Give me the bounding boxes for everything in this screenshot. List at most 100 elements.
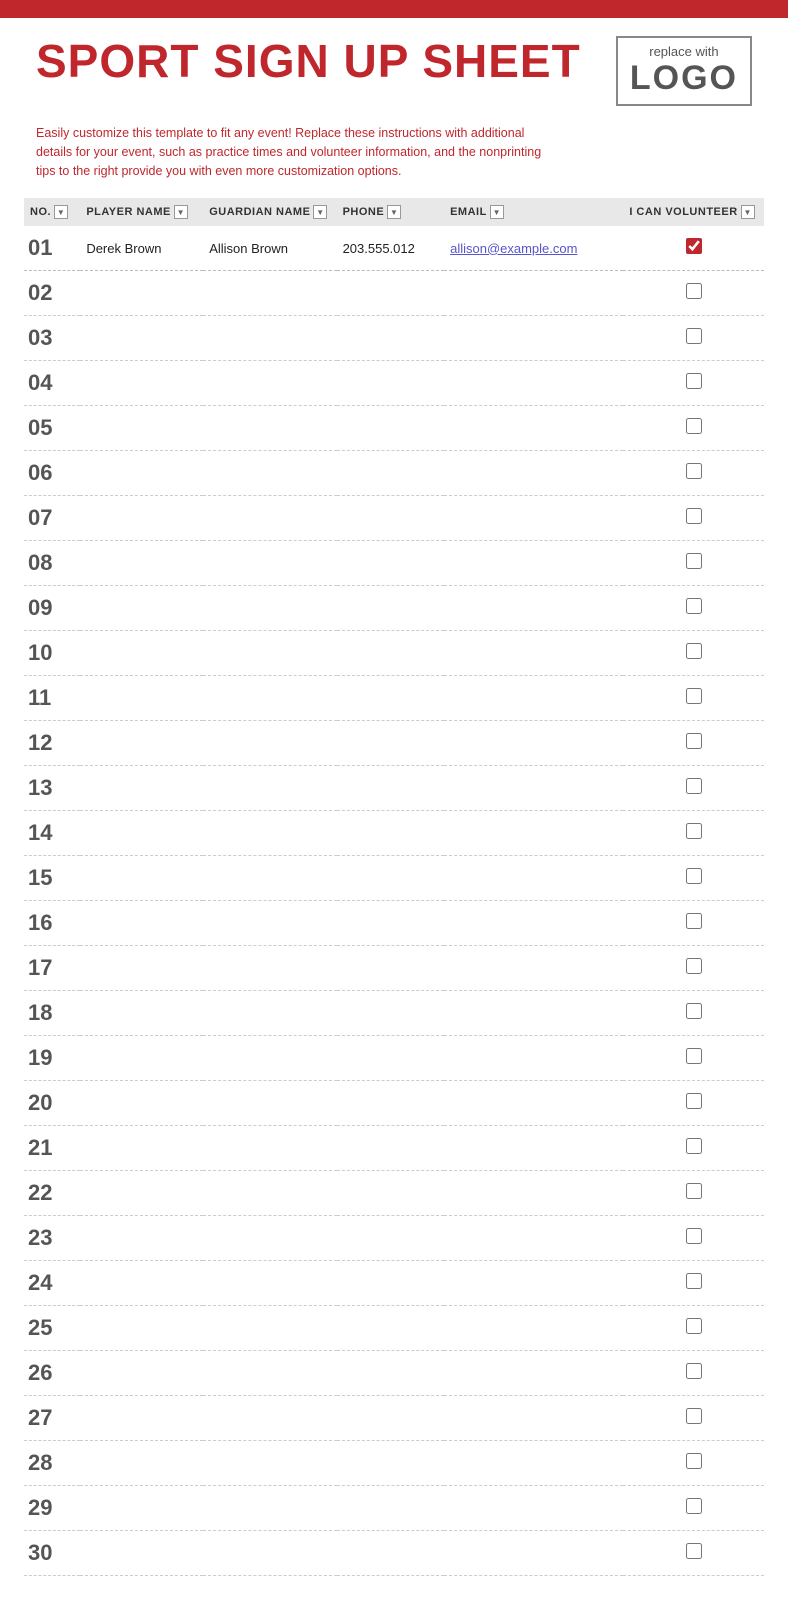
- volunteer-checkbox[interactable]: [686, 1093, 702, 1109]
- dropdown-arrow-email[interactable]: ▼: [490, 205, 504, 219]
- row-number: 21: [24, 1126, 80, 1171]
- player-name: [80, 901, 203, 946]
- volunteer-checkbox[interactable]: [686, 418, 702, 434]
- col-header-email: EMAIL ▼: [444, 198, 623, 226]
- dropdown-arrow-guardian[interactable]: ▼: [313, 205, 327, 219]
- volunteer-checkbox[interactable]: [686, 463, 702, 479]
- row-number: 19: [24, 1036, 80, 1081]
- table-row: 27: [24, 1396, 764, 1441]
- volunteer-checkbox-cell: [623, 721, 764, 766]
- email: [444, 541, 623, 586]
- dropdown-arrow-volunteer[interactable]: ▼: [741, 205, 755, 219]
- phone: 203.555.012: [337, 226, 445, 271]
- dropdown-arrow-no[interactable]: ▼: [54, 205, 68, 219]
- volunteer-checkbox[interactable]: [686, 1048, 702, 1064]
- dropdown-arrow-phone[interactable]: ▼: [387, 205, 401, 219]
- row-number: 18: [24, 991, 80, 1036]
- table-row: 16: [24, 901, 764, 946]
- volunteer-checkbox[interactable]: [686, 1318, 702, 1334]
- row-number: 26: [24, 1351, 80, 1396]
- email: [444, 631, 623, 676]
- volunteer-checkbox-cell: [623, 361, 764, 406]
- volunteer-checkbox[interactable]: [686, 1453, 702, 1469]
- volunteer-checkbox-cell: [623, 676, 764, 721]
- row-number: 13: [24, 766, 80, 811]
- volunteer-checkbox[interactable]: [686, 1543, 702, 1559]
- volunteer-checkbox[interactable]: [686, 1363, 702, 1379]
- player-name: Derek Brown: [80, 226, 203, 271]
- volunteer-checkbox[interactable]: [686, 958, 702, 974]
- player-name: [80, 586, 203, 631]
- guardian-name: [203, 1036, 336, 1081]
- guardian-name: [203, 721, 336, 766]
- volunteer-checkbox-cell: [623, 1351, 764, 1396]
- email: [444, 1306, 623, 1351]
- row-number: 01: [24, 226, 80, 271]
- guardian-name: Allison Brown: [203, 226, 336, 271]
- email: [444, 1486, 623, 1531]
- volunteer-checkbox[interactable]: [686, 1408, 702, 1424]
- guardian-name: [203, 451, 336, 496]
- table-row: 17: [24, 946, 764, 991]
- email-link[interactable]: allison@example.com: [450, 241, 577, 256]
- player-name: [80, 451, 203, 496]
- guardian-name: [203, 316, 336, 361]
- logo-text: LOGO: [630, 59, 738, 98]
- guardian-name: [203, 1486, 336, 1531]
- volunteer-checkbox[interactable]: [686, 733, 702, 749]
- volunteer-checkbox[interactable]: [686, 1183, 702, 1199]
- volunteer-checkbox[interactable]: [686, 1273, 702, 1289]
- volunteer-checkbox[interactable]: [686, 1003, 702, 1019]
- phone: [337, 361, 445, 406]
- volunteer-checkbox-cell: [623, 451, 764, 496]
- volunteer-checkbox[interactable]: [686, 373, 702, 389]
- email: [444, 496, 623, 541]
- volunteer-checkbox[interactable]: [686, 1228, 702, 1244]
- row-number: 28: [24, 1441, 80, 1486]
- table-row: 08: [24, 541, 764, 586]
- phone: [337, 451, 445, 496]
- volunteer-checkbox[interactable]: [686, 688, 702, 704]
- volunteer-checkbox[interactable]: [686, 1498, 702, 1514]
- guardian-name: [203, 1126, 336, 1171]
- guardian-name: [203, 946, 336, 991]
- player-name: [80, 991, 203, 1036]
- volunteer-checkbox[interactable]: [686, 778, 702, 794]
- row-number: 15: [24, 856, 80, 901]
- volunteer-checkbox[interactable]: [686, 913, 702, 929]
- volunteer-checkbox[interactable]: [686, 598, 702, 614]
- phone: [337, 1351, 445, 1396]
- phone: [337, 901, 445, 946]
- volunteer-checkbox[interactable]: [686, 553, 702, 569]
- email: [444, 1261, 623, 1306]
- phone: [337, 406, 445, 451]
- table-row: 04: [24, 361, 764, 406]
- player-name: [80, 406, 203, 451]
- table-row: 22: [24, 1171, 764, 1216]
- phone: [337, 721, 445, 766]
- email: [444, 316, 623, 361]
- volunteer-checkbox[interactable]: [686, 283, 702, 299]
- volunteer-checkbox[interactable]: [686, 238, 702, 254]
- volunteer-checkbox[interactable]: [686, 868, 702, 884]
- row-number: 08: [24, 541, 80, 586]
- row-number: 04: [24, 361, 80, 406]
- table-row: 11: [24, 676, 764, 721]
- player-name: [80, 541, 203, 586]
- volunteer-checkbox[interactable]: [686, 643, 702, 659]
- player-name: [80, 1261, 203, 1306]
- volunteer-checkbox[interactable]: [686, 508, 702, 524]
- phone: [337, 1486, 445, 1531]
- volunteer-checkbox[interactable]: [686, 328, 702, 344]
- player-name: [80, 1351, 203, 1396]
- guardian-name: [203, 406, 336, 451]
- table-row: 14: [24, 811, 764, 856]
- row-number: 23: [24, 1216, 80, 1261]
- row-number: 12: [24, 721, 80, 766]
- volunteer-checkbox[interactable]: [686, 823, 702, 839]
- dropdown-arrow-player[interactable]: ▼: [174, 205, 188, 219]
- volunteer-checkbox[interactable]: [686, 1138, 702, 1154]
- description: Easily customize this template to fit an…: [0, 116, 580, 198]
- logo-box: replace with LOGO: [616, 36, 752, 106]
- table-row: 29: [24, 1486, 764, 1531]
